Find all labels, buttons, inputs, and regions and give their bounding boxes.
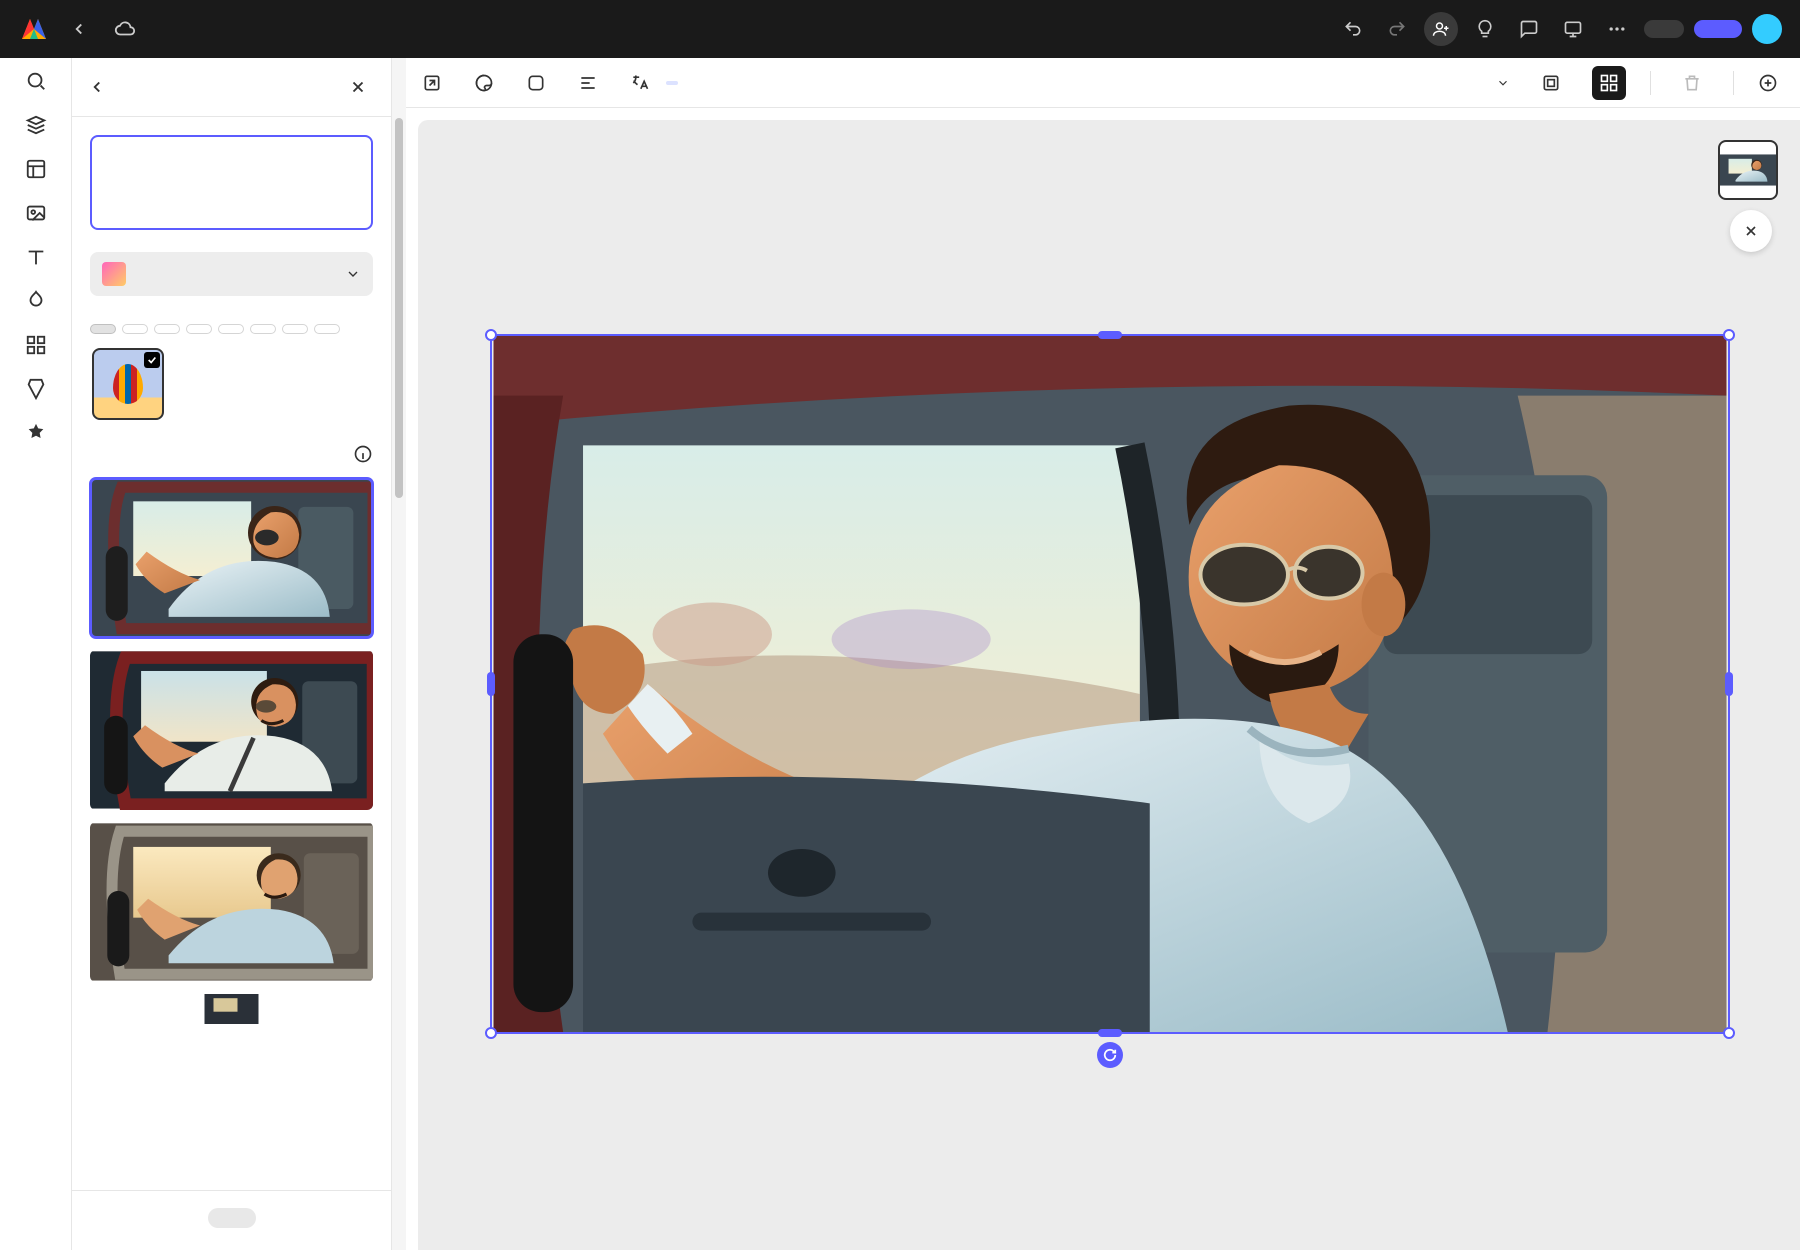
text-to-image-panel — [72, 58, 392, 1250]
content-type-icon — [102, 262, 126, 286]
selection-handle-nw[interactable] — [485, 329, 497, 341]
balloon-icon — [113, 364, 143, 404]
tb-background-color[interactable] — [526, 73, 554, 93]
rail-elements[interactable] — [6, 290, 66, 316]
result-2-image — [90, 650, 373, 810]
back-button[interactable] — [64, 14, 94, 44]
tb-view-mode-1[interactable] — [1534, 66, 1568, 100]
chip-selected[interactable] — [90, 324, 116, 334]
download-button[interactable] — [1644, 20, 1684, 38]
style-digital-art-thumb[interactable] — [92, 348, 164, 420]
share-button[interactable] — [1694, 20, 1742, 38]
result-1[interactable] — [90, 478, 373, 638]
selection-handle-n[interactable] — [1098, 331, 1122, 339]
chip-themes[interactable] — [186, 324, 212, 334]
rail-grids[interactable] — [6, 334, 66, 360]
left-rail — [0, 58, 72, 1250]
canvas-toolbar — [406, 58, 1800, 108]
close-pages-panel-button[interactable] — [1730, 210, 1772, 252]
tb-resize[interactable] — [422, 73, 450, 93]
prompt-input[interactable] — [90, 135, 373, 230]
selected-image[interactable] — [490, 334, 1730, 1034]
panel-close-button[interactable] — [343, 72, 373, 102]
undo-button[interactable] — [1336, 12, 1370, 46]
chevron-down-icon — [1496, 76, 1510, 90]
present-button[interactable] — [1556, 12, 1590, 46]
top-bar — [0, 0, 1800, 58]
invite-collaborator-button[interactable] — [1424, 12, 1458, 46]
info-icon[interactable] — [353, 444, 373, 468]
panel-scrollbar[interactable] — [392, 58, 406, 1250]
chevron-down-icon — [345, 266, 361, 282]
help-icon[interactable] — [1468, 12, 1502, 46]
content-type-dropdown[interactable] — [90, 252, 373, 296]
zoom-control[interactable] — [1490, 76, 1510, 90]
generate-button[interactable] — [208, 1208, 256, 1228]
new-badge — [666, 81, 678, 85]
panel-back-button[interactable] — [82, 72, 112, 102]
chip-effects[interactable] — [250, 324, 276, 334]
chip-popular[interactable] — [122, 324, 148, 334]
results-list — [90, 478, 373, 1024]
page-thumbnail[interactable] — [1718, 140, 1778, 200]
comments-button[interactable] — [1512, 12, 1546, 46]
result-4[interactable] — [90, 994, 373, 1024]
rail-your-stuff[interactable] — [6, 114, 66, 140]
rail-addons[interactable] — [6, 378, 66, 404]
rail-text[interactable] — [6, 246, 66, 272]
tb-align[interactable] — [578, 73, 606, 93]
chip-materials[interactable] — [282, 324, 308, 334]
chip-concepts[interactable] — [314, 324, 340, 334]
redo-button[interactable] — [1380, 12, 1414, 46]
scrollbar-thumb[interactable] — [395, 118, 403, 498]
canvas-surface[interactable] — [418, 120, 1800, 1250]
rotate-handle[interactable] — [1097, 1042, 1123, 1068]
tb-add-button[interactable] — [1758, 73, 1784, 93]
selection-handle-sw[interactable] — [485, 1027, 497, 1039]
result-3[interactable] — [90, 822, 373, 982]
rail-templates[interactable] — [6, 158, 66, 184]
canvas-image-content — [492, 336, 1728, 1032]
result-2[interactable] — [90, 650, 373, 810]
selection-handle-s[interactable] — [1098, 1029, 1122, 1037]
app-logo — [18, 13, 50, 45]
selection-handle-w[interactable] — [487, 672, 495, 696]
result-3-image — [90, 822, 373, 982]
tb-theme[interactable] — [474, 73, 502, 93]
rail-media[interactable] — [6, 202, 66, 228]
rail-search[interactable] — [6, 70, 66, 96]
rail-premium[interactable] — [6, 422, 66, 448]
chip-techniques[interactable] — [218, 324, 244, 334]
tb-translate[interactable] — [630, 73, 678, 93]
tb-view-mode-2[interactable] — [1592, 66, 1626, 100]
cloud-sync-icon[interactable] — [114, 18, 136, 40]
user-avatar[interactable] — [1752, 14, 1782, 44]
checkmark-icon — [144, 352, 160, 368]
tb-delete[interactable] — [1675, 66, 1709, 100]
chip-movements[interactable] — [154, 324, 180, 334]
result-1-image — [90, 478, 373, 638]
selection-handle-e[interactable] — [1725, 672, 1733, 696]
result-4-image — [90, 994, 373, 1024]
selection-handle-se[interactable] — [1723, 1027, 1735, 1039]
page-thumbnail-image — [1720, 142, 1776, 198]
selection-handle-ne[interactable] — [1723, 329, 1735, 341]
more-menu-button[interactable] — [1600, 12, 1634, 46]
